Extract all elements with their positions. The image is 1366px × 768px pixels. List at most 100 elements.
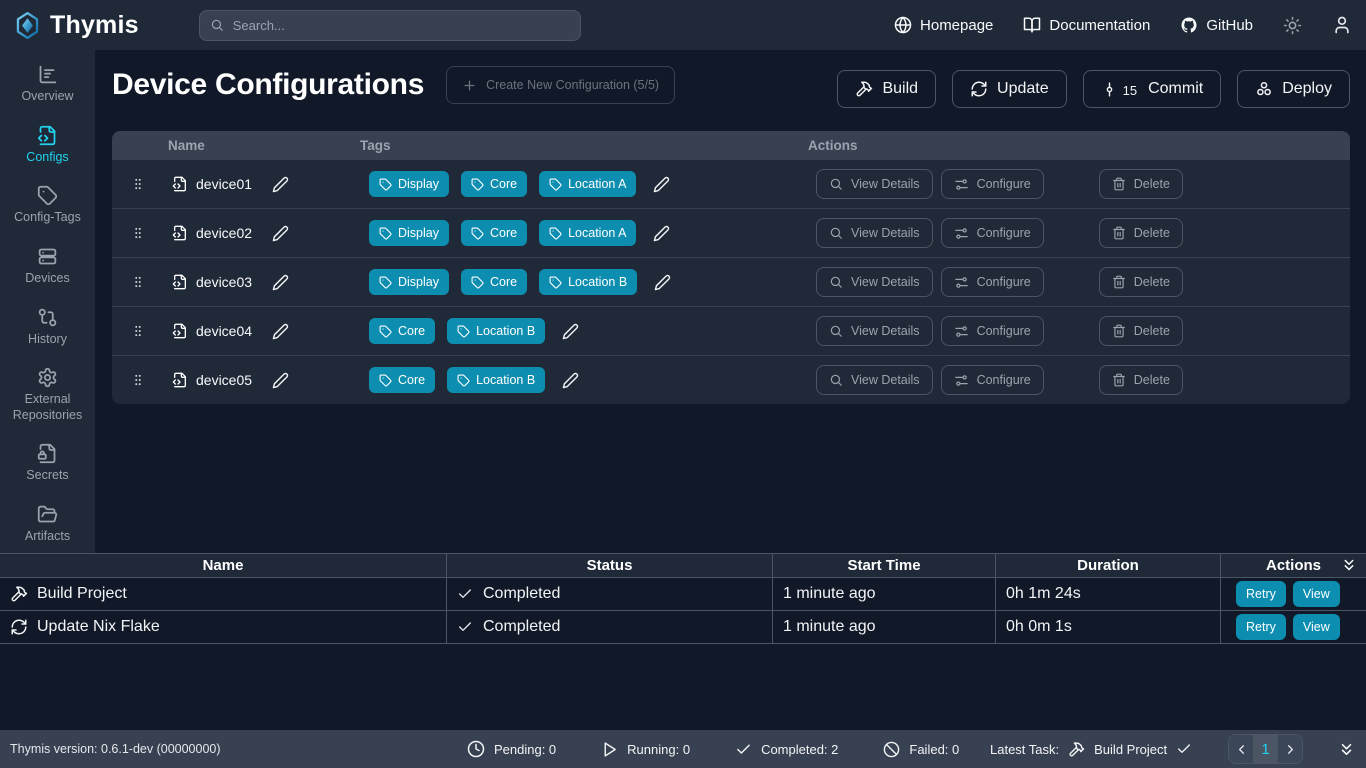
- sidebar-item-config-tags[interactable]: Config-Tags: [3, 185, 93, 226]
- sliders-icon: [954, 373, 969, 388]
- next-page-button[interactable]: [1278, 735, 1302, 763]
- tag-button[interactable]: Core: [461, 171, 527, 197]
- tag-button[interactable]: Core: [461, 269, 527, 295]
- collapse-status-bar-button[interactable]: [1337, 740, 1356, 759]
- configure-button[interactable]: Configure: [941, 218, 1044, 248]
- tag-icon: [549, 178, 562, 191]
- tag-button[interactable]: Location A: [539, 220, 636, 246]
- drag-handle-icon[interactable]: [131, 225, 145, 241]
- edit-tags-button[interactable]: [562, 323, 579, 340]
- sidebar-item-history[interactable]: History: [3, 307, 93, 348]
- nav-link-documentation[interactable]: Documentation: [1023, 16, 1150, 34]
- configure-button[interactable]: Configure: [941, 316, 1044, 346]
- update-button[interactable]: Update: [952, 70, 1067, 108]
- sidebar-item-configs[interactable]: Configs: [3, 125, 93, 166]
- chevron-left-icon: [1234, 742, 1249, 757]
- tag-button[interactable]: Display: [369, 269, 449, 295]
- search-icon: [829, 373, 843, 387]
- rename-config-button[interactable]: [272, 274, 289, 291]
- retry-task-button[interactable]: Retry: [1236, 614, 1286, 640]
- view-details-button[interactable]: View Details: [816, 169, 933, 199]
- file-code-icon: [172, 225, 188, 241]
- view-details-button[interactable]: View Details: [816, 218, 933, 248]
- view-task-button[interactable]: View: [1293, 614, 1340, 640]
- pencil-icon: [562, 323, 579, 340]
- rename-config-button[interactable]: [272, 323, 289, 340]
- current-page-button[interactable]: 1: [1253, 735, 1278, 763]
- commit-button[interactable]: 15 Commit: [1083, 70, 1222, 108]
- nav-link-homepage[interactable]: Homepage: [894, 16, 993, 34]
- user-menu-button[interactable]: [1332, 15, 1352, 35]
- file-code-icon: [172, 323, 188, 339]
- sidebar-item-devices[interactable]: Devices: [3, 246, 93, 287]
- retry-task-button[interactable]: Retry: [1236, 581, 1286, 607]
- drag-handle-icon[interactable]: [131, 323, 145, 339]
- tag-button[interactable]: Display: [369, 171, 449, 197]
- view-details-button[interactable]: View Details: [816, 316, 933, 346]
- git-compare-icon: [37, 307, 58, 328]
- configure-button[interactable]: Configure: [941, 365, 1044, 395]
- config-name: device02: [196, 225, 252, 241]
- stat-completed: Completed: 2: [735, 741, 838, 758]
- search-icon: [210, 18, 224, 32]
- create-configuration-button[interactable]: Create New Configuration (5/5): [446, 66, 675, 104]
- hammer-icon: [1068, 741, 1085, 758]
- rename-config-button[interactable]: [272, 225, 289, 242]
- nav-link-github[interactable]: GitHub: [1180, 16, 1253, 34]
- rename-config-button[interactable]: [272, 176, 289, 193]
- refresh-icon: [10, 618, 28, 636]
- sidebar-item-external-repositories[interactable]: External Repositories: [3, 367, 93, 423]
- tag-button[interactable]: Location B: [447, 367, 545, 393]
- drag-handle-icon[interactable]: [131, 176, 145, 192]
- delete-button[interactable]: Delete: [1099, 316, 1183, 346]
- view-task-button[interactable]: View: [1293, 581, 1340, 607]
- delete-button[interactable]: Delete: [1099, 169, 1183, 199]
- task-row-build-project: Build Project Completed 1 minute ago 0h …: [0, 578, 1366, 611]
- brand[interactable]: Thymis: [14, 11, 139, 40]
- tag-icon: [379, 374, 392, 387]
- sidebar-item-overview[interactable]: Overview: [3, 64, 93, 105]
- task-pagination: 1: [1228, 734, 1303, 764]
- chevrons-down-icon: [1337, 740, 1356, 759]
- page-title: Device Configurations: [112, 68, 424, 102]
- edit-tags-button[interactable]: [562, 372, 579, 389]
- trash-icon: [1112, 275, 1126, 289]
- edit-tags-button[interactable]: [653, 176, 670, 193]
- rename-config-button[interactable]: [272, 372, 289, 389]
- build-button[interactable]: Build: [837, 70, 936, 108]
- drag-handle-icon[interactable]: [131, 372, 145, 388]
- search-input[interactable]: [199, 10, 581, 41]
- folder-open-icon: [37, 504, 58, 525]
- configure-button[interactable]: Configure: [941, 169, 1044, 199]
- tag-button[interactable]: Location A: [539, 171, 636, 197]
- edit-tags-button[interactable]: [654, 274, 671, 291]
- delete-button[interactable]: Delete: [1099, 218, 1183, 248]
- edit-tags-button[interactable]: [653, 225, 670, 242]
- pencil-icon: [272, 274, 289, 291]
- delete-button[interactable]: Delete: [1099, 365, 1183, 395]
- configure-button[interactable]: Configure: [941, 267, 1044, 297]
- tag-button[interactable]: Display: [369, 220, 449, 246]
- trash-icon: [1112, 324, 1126, 338]
- tag-button[interactable]: Core: [461, 220, 527, 246]
- hammer-icon: [10, 585, 28, 603]
- tag-button[interactable]: Location B: [447, 318, 545, 344]
- tag-button[interactable]: Location B: [539, 269, 637, 295]
- user-icon: [1332, 15, 1352, 35]
- tag-button[interactable]: Core: [369, 318, 435, 344]
- view-details-button[interactable]: View Details: [816, 365, 933, 395]
- sidebar-item-artifacts[interactable]: Artifacts: [3, 504, 93, 545]
- drag-handle-icon[interactable]: [131, 274, 145, 290]
- theme-toggle-button[interactable]: [1283, 16, 1302, 35]
- delete-button[interactable]: Delete: [1099, 267, 1183, 297]
- view-details-button[interactable]: View Details: [816, 267, 933, 297]
- sidebar-item-secrets[interactable]: Secrets: [3, 443, 93, 484]
- config-name: device03: [196, 274, 252, 290]
- deploy-button[interactable]: Deploy: [1237, 70, 1350, 108]
- top-navbar: Thymis Homepage Documentation GitHub: [0, 0, 1366, 50]
- collapse-task-panel-button[interactable]: [1340, 556, 1358, 574]
- config-row-device03: device03 Display Core Location B View De…: [112, 257, 1350, 306]
- tag-button[interactable]: Core: [369, 367, 435, 393]
- ban-icon: [883, 741, 900, 758]
- previous-page-button[interactable]: [1229, 735, 1253, 763]
